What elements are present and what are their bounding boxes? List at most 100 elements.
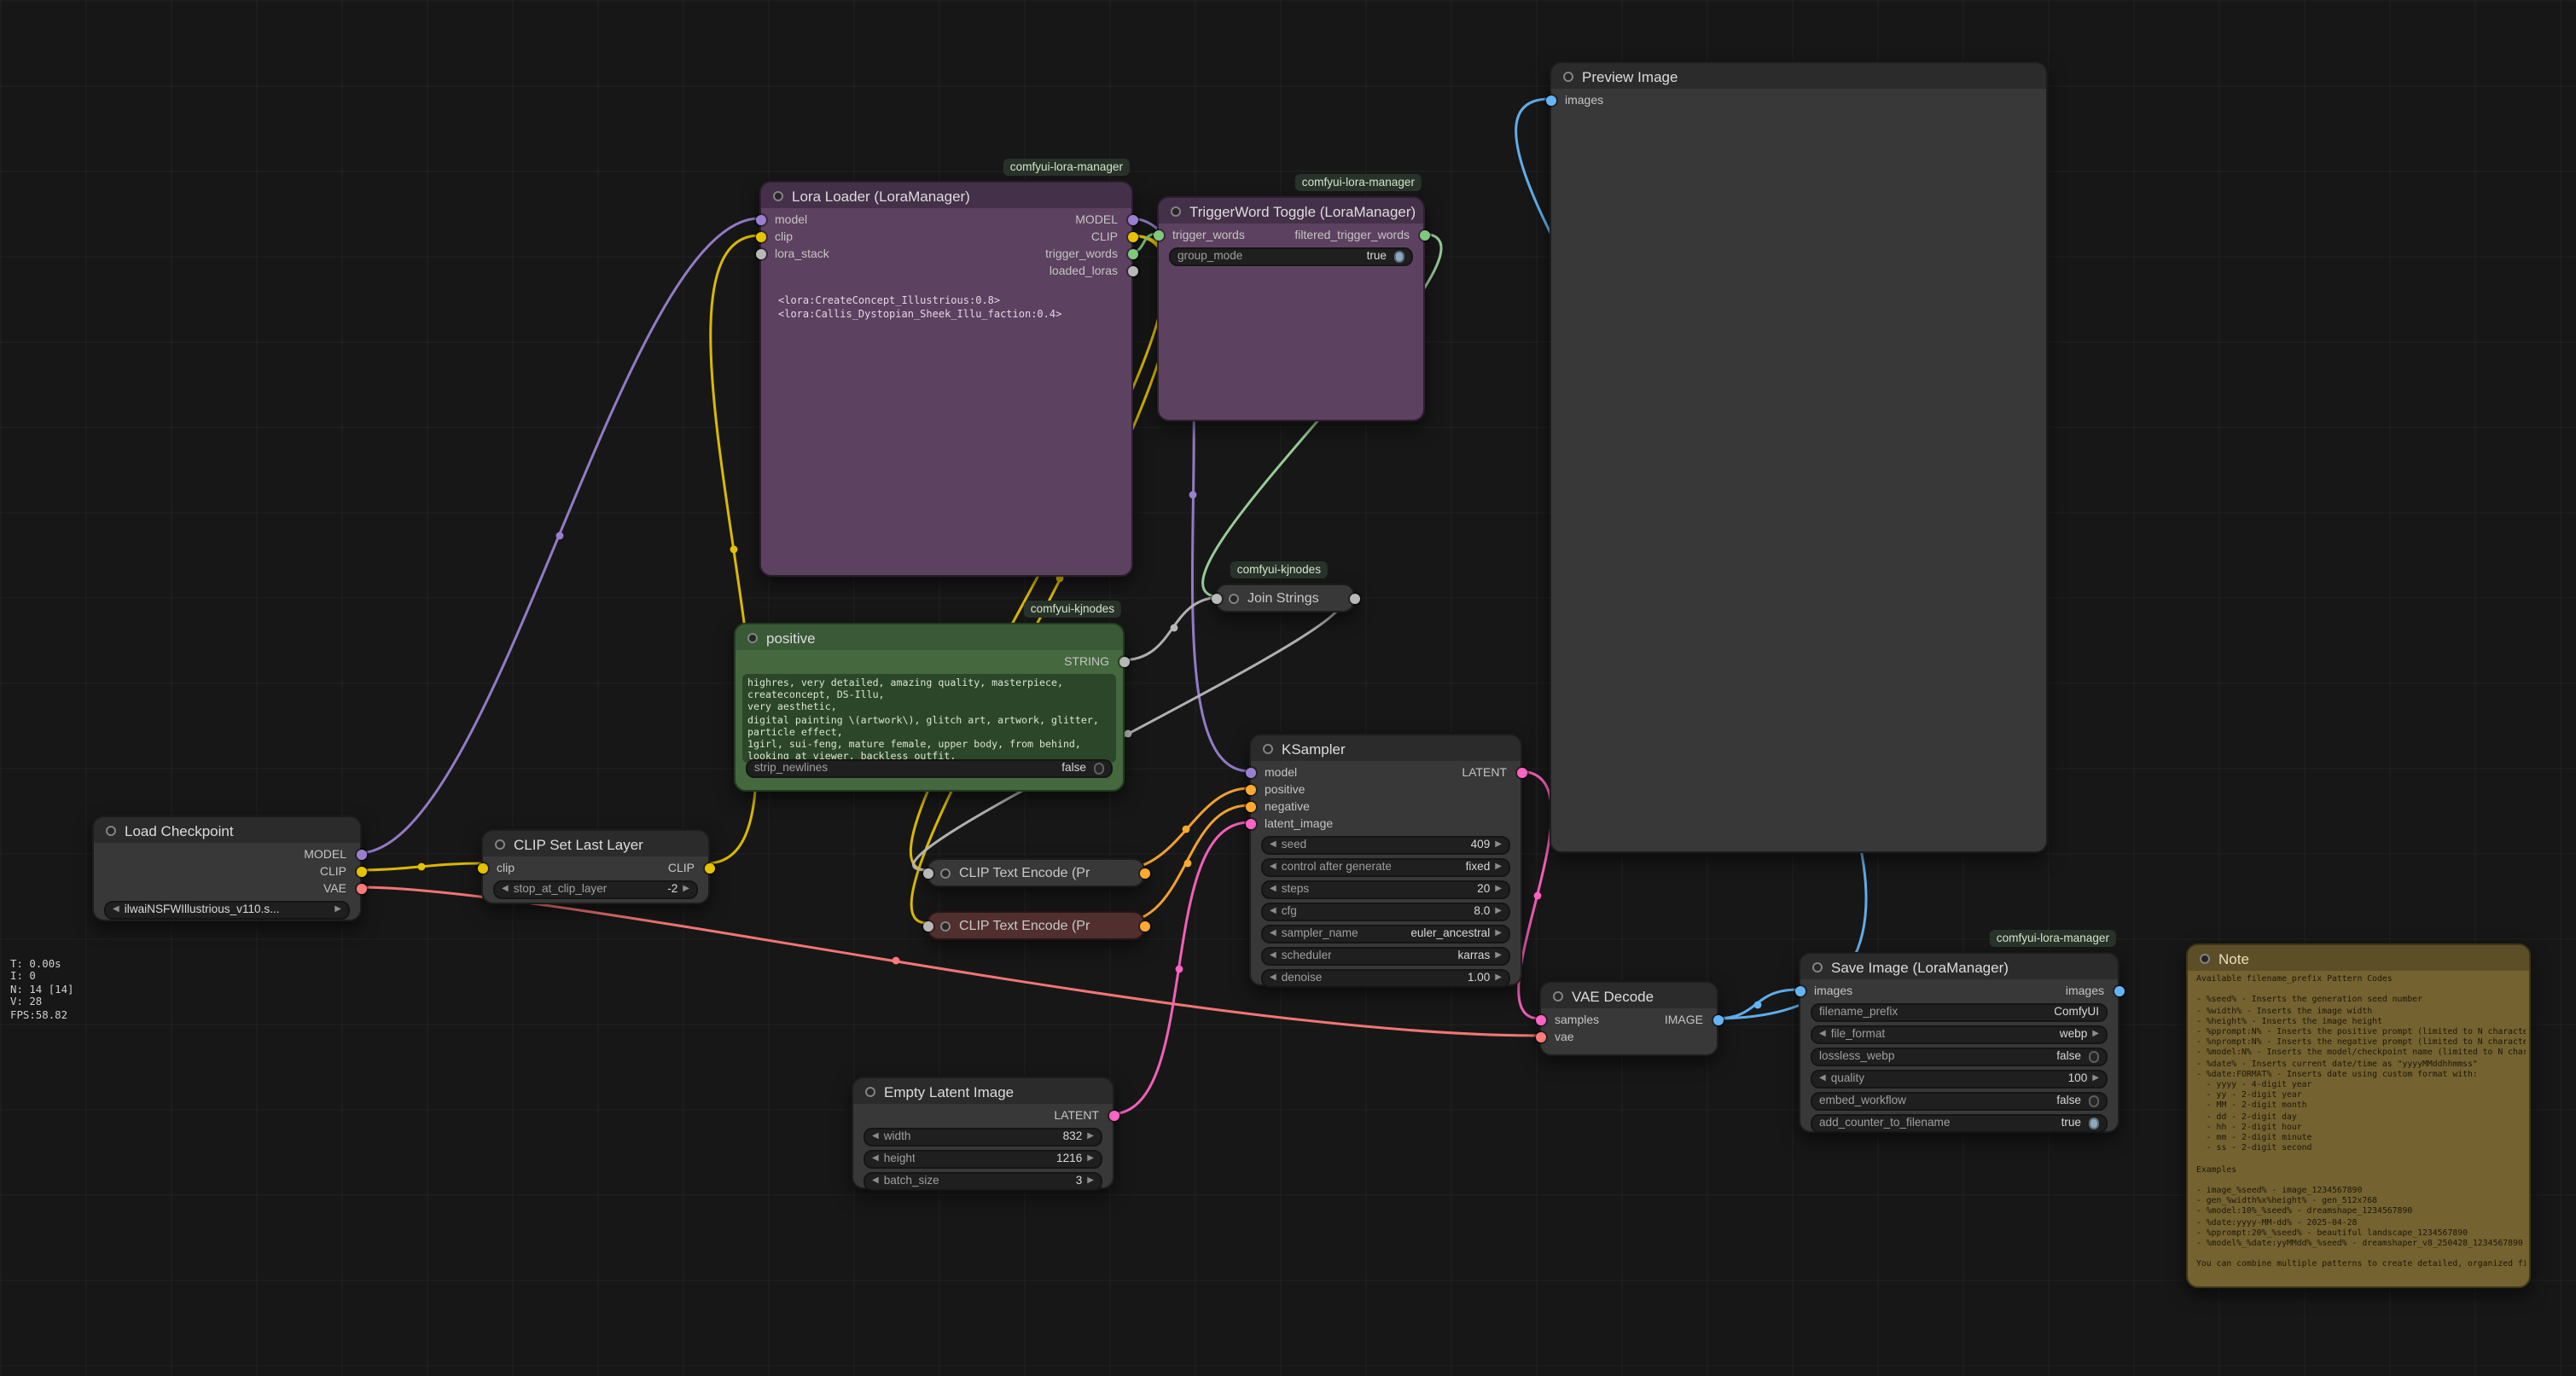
collapse-dot-icon[interactable] xyxy=(1263,743,1273,753)
sampler-name-combo[interactable]: ◀sampler_nameeuler_ancestral▶ xyxy=(1261,924,1510,943)
collapse-dot-icon[interactable] xyxy=(495,839,505,849)
decrement-icon[interactable]: ◀ xyxy=(1819,1031,1826,1039)
collapse-dot-icon[interactable] xyxy=(940,868,951,878)
scheduler-combo[interactable]: ◀schedulerkarras▶ xyxy=(1261,946,1510,966)
collapse-dot-icon[interactable] xyxy=(773,190,783,200)
input-slot-images[interactable] xyxy=(1545,96,1555,106)
node-triggerword-toggle[interactable]: TriggerWord Toggle (LoraManager) trigger… xyxy=(1157,196,1425,421)
increment-icon[interactable]: ▶ xyxy=(683,885,689,894)
increment-icon[interactable]: ▶ xyxy=(1495,885,1502,894)
collapse-dot-icon[interactable] xyxy=(1171,206,1181,216)
output-slot-model[interactable] xyxy=(356,850,366,860)
input-slot-model[interactable] xyxy=(1245,768,1255,778)
node-positive-prompt[interactable]: positive STRING highres, very detailed, … xyxy=(734,623,1125,792)
output-slot-clip[interactable] xyxy=(1127,232,1137,242)
increment-icon[interactable]: ▶ xyxy=(1087,1177,1094,1186)
collapse-dot-icon[interactable] xyxy=(747,632,758,642)
input-slot-clip[interactable] xyxy=(755,232,765,242)
input-slot-vae[interactable] xyxy=(1535,1032,1545,1042)
decrement-icon[interactable]: ◀ xyxy=(1270,952,1276,961)
node-graph-canvas[interactable]: T: 0.00s I: 0 N: 14 [14] V: 28 FPS:58.82… xyxy=(0,0,2576,1376)
output-slot-clip[interactable] xyxy=(704,863,714,874)
input-slot-clip[interactable] xyxy=(477,863,487,874)
output-slot-latent[interactable] xyxy=(1108,1111,1119,1121)
lora-syntax-text[interactable]: <lora:CreateConcept_Illustrious:0.8> <lo… xyxy=(778,295,1118,322)
collapse-dot-icon[interactable] xyxy=(2200,953,2210,963)
input-slot-collapsed[interactable] xyxy=(1211,593,1221,603)
decrement-icon[interactable]: ◀ xyxy=(1270,885,1276,894)
decrement-icon[interactable]: ◀ xyxy=(1270,974,1276,983)
increment-icon[interactable]: ▶ xyxy=(1495,863,1502,872)
batch-size-stepper[interactable]: ◀batch_size3▶ xyxy=(864,1171,1102,1191)
decrement-icon[interactable]: ◀ xyxy=(872,1133,879,1141)
output-slot-string[interactable] xyxy=(1119,657,1129,667)
group-mode-toggle[interactable]: group_mode true xyxy=(1169,247,1413,266)
increment-icon[interactable]: ▶ xyxy=(1495,908,1502,916)
node-lora-loader[interactable]: Lora Loader (LoraManager) model MODEL cl… xyxy=(759,181,1133,577)
decrement-icon[interactable]: ◀ xyxy=(502,885,509,894)
lossless-webp-toggle[interactable]: lossless_webpfalse xyxy=(1811,1047,2108,1066)
output-slot-filtered-trigger-words[interactable] xyxy=(1419,230,1429,241)
output-slot-conditioning[interactable] xyxy=(1139,868,1149,878)
input-slot-lora-stack[interactable] xyxy=(755,249,765,259)
increment-icon[interactable]: ▶ xyxy=(1495,930,1502,938)
collapse-dot-icon[interactable] xyxy=(1229,593,1239,603)
note-textarea[interactable]: Available filename_prefix Pattern Codes … xyxy=(2196,974,2526,1280)
toggle-knob-icon[interactable] xyxy=(1393,251,1404,262)
increment-icon[interactable]: ▶ xyxy=(1087,1155,1094,1164)
node-title-bar[interactable]: Load Checkpoint xyxy=(94,817,360,843)
node-preview-image[interactable]: Preview Image images xyxy=(1550,61,2048,853)
collapse-dot-icon[interactable] xyxy=(1553,990,1563,1001)
output-slot-trigger-words[interactable] xyxy=(1127,249,1137,259)
node-title-bar[interactable]: KSampler xyxy=(1251,735,1521,761)
node-title-bar[interactable]: Preview Image xyxy=(1551,63,2046,89)
increment-icon[interactable]: ▶ xyxy=(1495,952,1502,961)
quality-stepper[interactable]: ◀quality100▶ xyxy=(1811,1069,2108,1089)
width-stepper[interactable]: ◀width832▶ xyxy=(864,1127,1102,1147)
input-slot-collapsed[interactable] xyxy=(922,868,933,878)
node-clip-text-encode-negative[interactable]: CLIP Text Encode (Pr xyxy=(927,911,1145,940)
file-format-combo[interactable]: ◀file_formatwebp▶ xyxy=(1811,1025,2108,1044)
node-save-image[interactable]: Save Image (LoraManager) images images f… xyxy=(1799,952,2120,1133)
stop-at-clip-layer-stepper[interactable]: ◀ stop_at_clip_layer -2 ▶ xyxy=(493,880,698,899)
collapse-dot-icon[interactable] xyxy=(940,920,951,931)
node-note[interactable]: Note Available filename_prefix Pattern C… xyxy=(2186,943,2531,1288)
node-load-checkpoint[interactable]: Load Checkpoint MODEL CLIP VAE ◀ ilwaiNS… xyxy=(92,816,362,921)
node-title-bar[interactable]: VAE Decode xyxy=(1541,983,1717,1008)
node-title-bar[interactable]: positive xyxy=(736,624,1123,650)
ckpt-name-combo[interactable]: ◀ ilwaiNSFWIllustrious_v110.s... ▶ xyxy=(104,900,350,920)
combo-right-icon[interactable]: ▶ xyxy=(334,906,341,914)
output-slot-conditioning[interactable] xyxy=(1139,920,1149,931)
toggle-knob-icon[interactable] xyxy=(2088,1095,2099,1106)
collapse-dot-icon[interactable] xyxy=(865,1086,875,1096)
input-slot-trigger-words[interactable] xyxy=(1153,230,1163,241)
node-title-bar[interactable]: Lora Loader (LoraManager) xyxy=(761,183,1131,208)
node-empty-latent-image[interactable]: Empty Latent Image LATENT ◀width832▶ ◀he… xyxy=(852,1077,1114,1189)
toggle-knob-icon[interactable] xyxy=(2088,1051,2099,1062)
input-slot-model[interactable] xyxy=(755,215,765,225)
node-title-bar[interactable]: TriggerWord Toggle (LoraManager) xyxy=(1159,198,1423,224)
output-slot-clip[interactable] xyxy=(356,867,366,877)
input-slot-latent-image[interactable] xyxy=(1245,819,1255,829)
increment-icon[interactable]: ▶ xyxy=(1087,1133,1094,1141)
output-slot-loaded-loras[interactable] xyxy=(1127,266,1137,276)
input-slot-images[interactable] xyxy=(1794,986,1805,996)
decrement-icon[interactable]: ◀ xyxy=(1270,930,1276,938)
increment-icon[interactable]: ▶ xyxy=(1495,841,1502,850)
add-counter-to-filename-toggle[interactable]: add_counter_to_filenametrue xyxy=(1811,1113,2108,1133)
toggle-knob-icon[interactable] xyxy=(1093,763,1104,774)
steps-stepper[interactable]: ◀steps20▶ xyxy=(1261,880,1510,899)
control-after-generate-combo[interactable]: ◀control after generatefixed▶ xyxy=(1261,857,1510,877)
node-vae-decode[interactable]: VAE Decode samples IMAGE vae xyxy=(1539,981,1718,1056)
toggle-knob-icon[interactable] xyxy=(2088,1118,2099,1129)
node-title-bar[interactable]: Note xyxy=(2188,945,2529,971)
decrement-icon[interactable]: ◀ xyxy=(872,1155,879,1164)
collapse-dot-icon[interactable] xyxy=(1563,71,1573,81)
node-ksampler[interactable]: KSampler model LATENT positive negative … xyxy=(1249,734,1522,986)
embed-workflow-toggle[interactable]: embed_workflowfalse xyxy=(1811,1091,2108,1111)
node-clip-set-last-layer[interactable]: CLIP Set Last Layer clip CLIP ◀ stop_at_… xyxy=(481,829,710,904)
filename-prefix-field[interactable]: filename_prefixComfyUI xyxy=(1811,1002,2108,1022)
denoise-stepper[interactable]: ◀denoise1.00▶ xyxy=(1261,968,1510,988)
collapse-dot-icon[interactable] xyxy=(106,825,116,835)
decrement-icon[interactable]: ◀ xyxy=(872,1177,879,1186)
